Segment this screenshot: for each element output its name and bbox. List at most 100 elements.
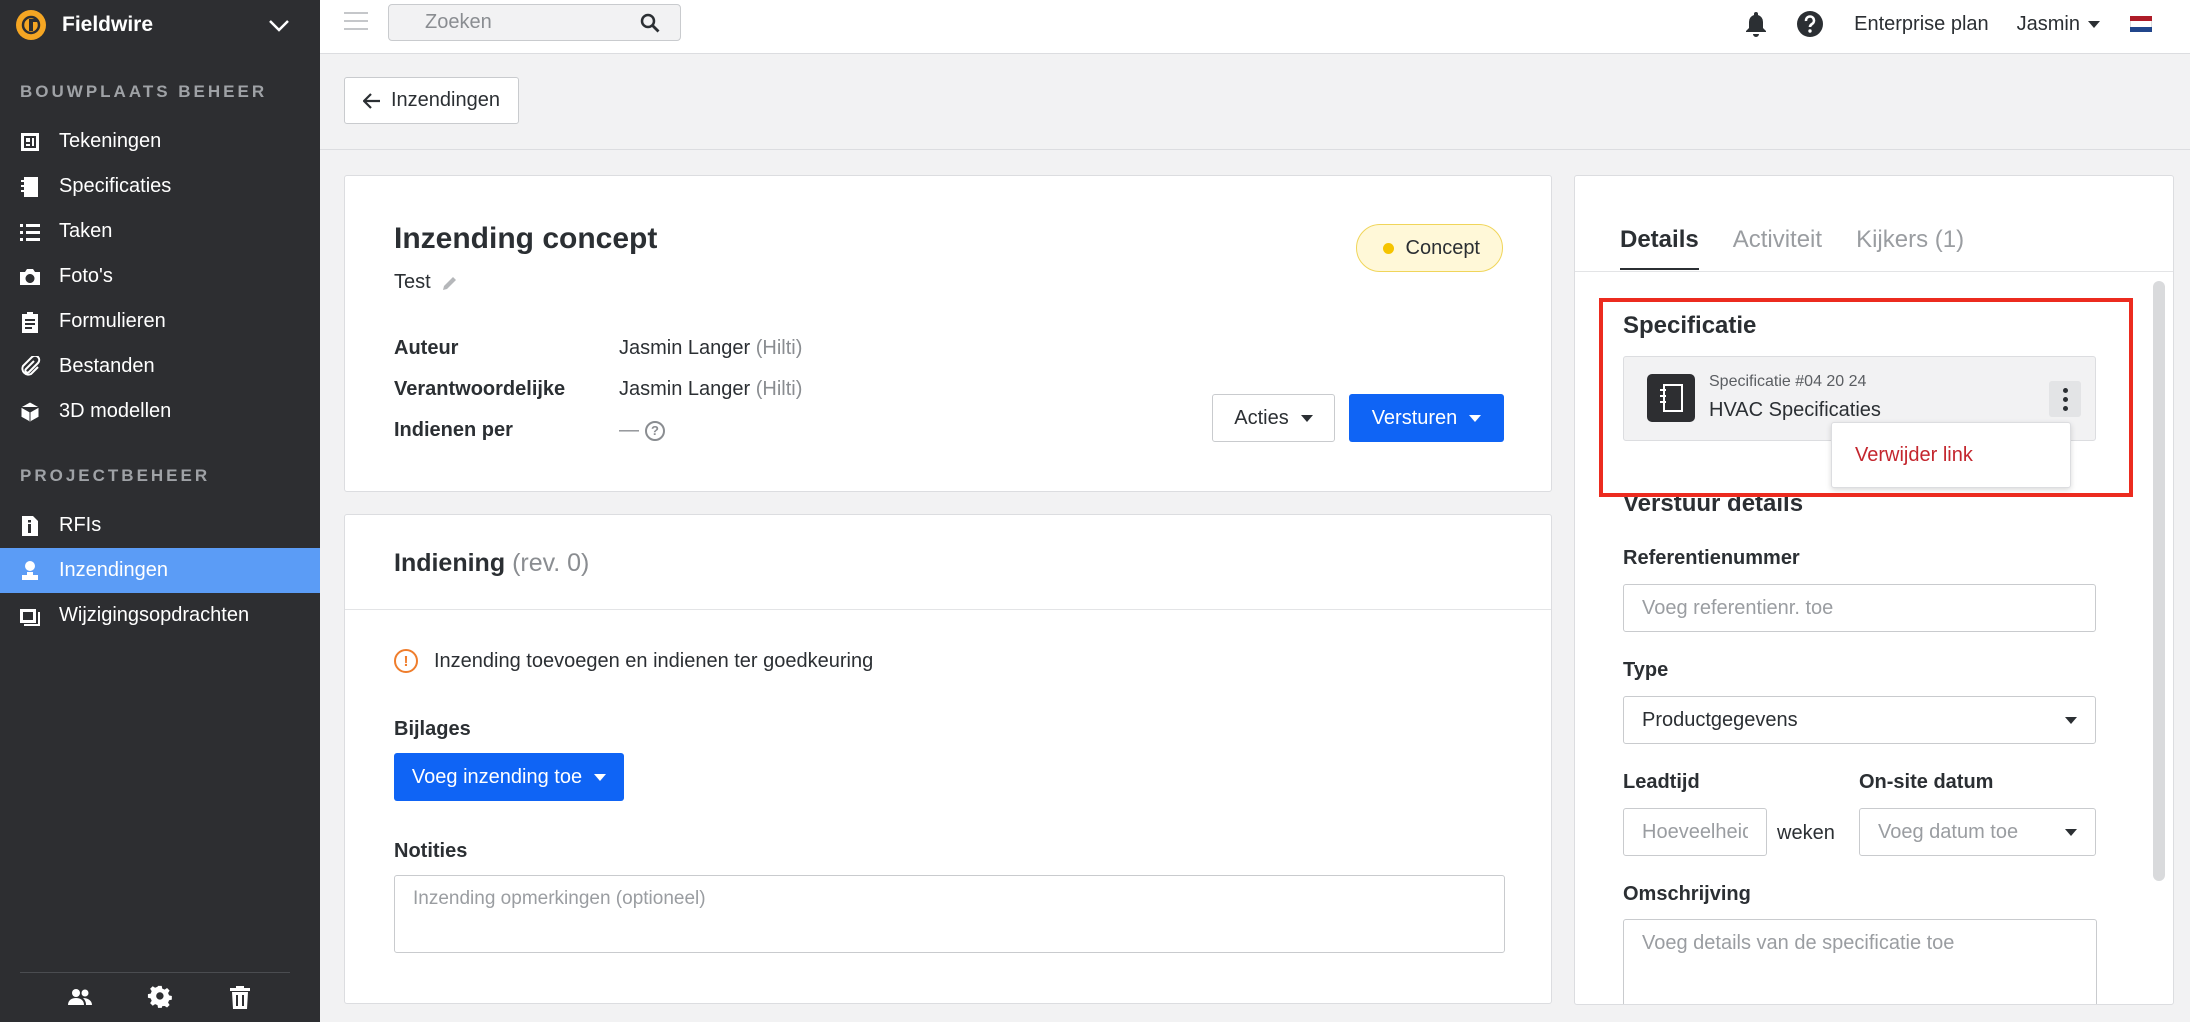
sidebar-item-label: Foto's [59,265,113,287]
caret-down-icon [2088,20,2100,28]
page-title: Inzending concept [394,222,658,255]
camera-icon [18,265,42,289]
back-button[interactable]: Inzendingen [344,77,519,124]
actions-button[interactable]: Acties [1212,394,1335,442]
warning-text: Inzending toevoegen en indienen ter goed… [434,649,874,672]
rfi-icon [18,514,42,538]
sidebar-item-forms[interactable]: Formulieren [0,299,320,344]
search-icon[interactable] [640,13,660,33]
team-icon[interactable] [67,984,93,1015]
bell-icon[interactable] [1744,11,1768,37]
submission-card: Indiening (rev. 0) ! Inzending toevoegen… [344,514,1552,1004]
highlight-box [1599,298,2133,497]
divider [1575,271,2173,272]
fieldwire-logo-icon [16,10,46,40]
help-icon[interactable] [1796,10,1824,38]
tab-activity[interactable]: Activiteit [1733,226,1822,270]
submission-header: Indiening (rev. 0) [345,515,1551,610]
onsite-date-label: On-site datum [1859,771,1994,793]
help-circle-icon[interactable]: ? [645,420,665,441]
lead-time-label: Leadtijd [1623,771,1700,793]
panel-scrollbar[interactable] [2153,281,2165,881]
sidebar-item-files[interactable]: Bestanden [0,344,320,389]
specs-icon [18,175,42,199]
weeks-label: weken [1777,822,1835,844]
sidebar-item-specs[interactable]: Specificaties [0,164,320,209]
meta-row-responsible: Verantwoordelijke Jasmin Langer (Hilti) [394,369,802,410]
pencil-icon[interactable] [441,274,459,292]
sidebar-item-3d-models[interactable]: 3D modellen [0,389,320,434]
meta-value[interactable]: Jasmin Langer (Hilti) [619,378,802,401]
sidebar-item-label: 3D modellen [59,400,172,422]
brand-name: Fieldwire [62,13,154,36]
sidebar-item-photos[interactable]: Foto's [0,254,320,299]
user-name: Jasmin [2016,12,2080,35]
sidebar-item-label: Inzendingen [59,559,168,581]
meta-row-author: Auteur Jasmin Langer (Hilti) [394,328,802,369]
sidebar-item-drawings[interactable]: Tekeningen [0,119,320,164]
type-select[interactable]: Productgegevens [1623,696,2096,744]
meta-key: Auteur [394,337,459,359]
divider [20,972,290,973]
meta-key: Indienen per [394,419,513,441]
section-title-site: BOUWPLAATS BEHEER [20,82,268,101]
sidebar: Fieldwire BOUWPLAATS BEHEER Tekeningen S… [0,0,320,1022]
add-label: Voeg inzending toe [411,765,583,788]
status-label: Concept [1405,236,1481,259]
notes-field[interactable] [394,875,1505,953]
trash-icon[interactable] [227,984,253,1015]
submittal-header-card: Inzending concept Test Concept Auteur Ja… [344,175,1552,492]
panel-tabs: Details Activiteit Kijkers (1) [1620,226,1998,270]
paperclip-icon [18,355,42,379]
language-flag-icon[interactable] [2130,16,2152,32]
change-order-icon [18,604,42,628]
sidebar-item-tasks[interactable]: Taken [0,209,320,254]
description-label: Omschrijving [1623,883,1751,905]
sidebar-item-change-orders[interactable]: Wijzigingsopdrachten [0,593,320,638]
send-label: Versturen [1371,406,1458,429]
tab-viewers[interactable]: Kijkers (1) [1856,226,1964,270]
meta-key: Verantwoordelijke [394,378,566,400]
clipboard-icon [18,310,42,334]
menu-icon[interactable] [344,12,368,34]
caret-down-icon [1469,414,1482,422]
sidebar-item-label: Taken [59,220,113,242]
lead-time-input[interactable] [1623,808,1767,856]
meta-list: Auteur Jasmin Langer (Hilti) Verantwoord… [394,328,802,451]
caret-down-icon [1300,414,1313,422]
back-bar: Inzendingen [320,54,2190,150]
search-input[interactable] [389,5,619,40]
meta-row-due: Indienen per —? [394,410,802,451]
send-button[interactable]: Versturen [1349,394,1504,442]
tasks-icon [18,220,42,244]
meta-value[interactable]: —? [619,419,665,442]
actions-label: Acties [1234,406,1289,429]
caret-down-icon [2065,717,2077,724]
plan-link[interactable]: Enterprise plan [1854,13,1989,36]
type-label: Type [1623,659,1669,681]
sidebar-item-label: RFIs [59,514,102,536]
add-submittal-button[interactable]: Voeg inzending toe [394,753,624,801]
back-label: Inzendingen [391,89,500,111]
chevron-down-icon[interactable] [266,12,292,38]
sidebar-footer [0,972,320,1022]
search-box [388,4,681,41]
description-field[interactable] [1623,919,2097,1004]
brand-switcher[interactable]: Fieldwire [0,0,320,50]
sidebar-item-label: Specificaties [59,175,172,197]
submittal-subtitle[interactable]: Test [394,271,459,294]
gear-icon[interactable] [147,984,173,1015]
caret-down-icon [594,773,607,781]
submittal-icon [18,559,42,583]
tab-details[interactable]: Details [1620,226,1699,270]
user-menu[interactable]: Jasmin [2017,13,2100,36]
sidebar-item-label: Bestanden [59,355,155,377]
onsite-date-select[interactable]: Voeg datum toe [1859,808,2096,856]
reference-input[interactable] [1623,584,2096,632]
sidebar-item-submittals[interactable]: Inzendingen [0,548,320,593]
type-value: Productgegevens [1642,708,1798,731]
arrow-left-icon [363,92,380,109]
sidebar-item-rfis[interactable]: RFIs [0,503,320,548]
cube-icon [18,400,42,424]
status-badge: Concept [1355,224,1503,272]
